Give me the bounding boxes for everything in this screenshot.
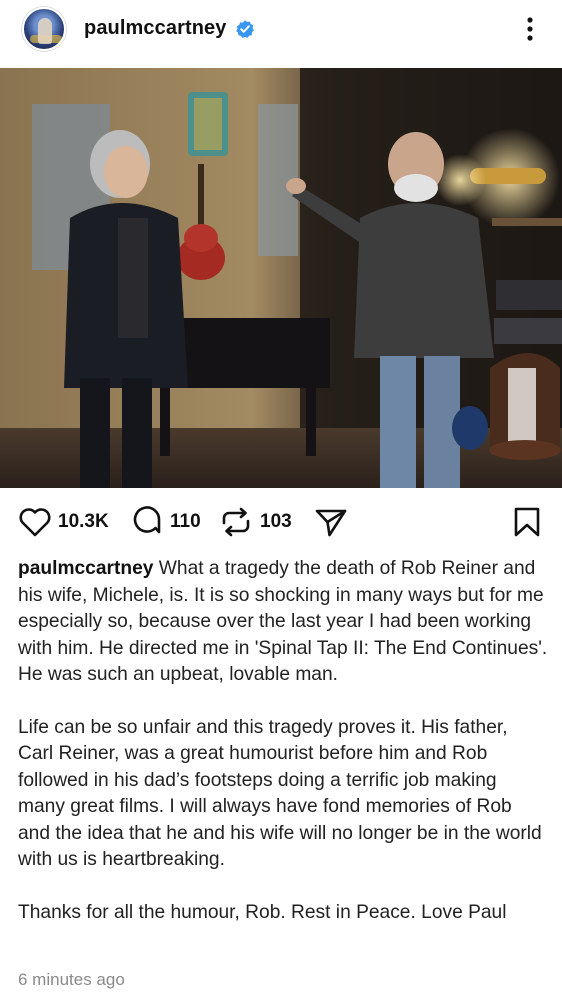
more-options-icon[interactable]	[518, 14, 542, 44]
comment-icon	[133, 506, 161, 534]
username[interactable]: paulmccartney	[84, 17, 226, 40]
comment-count: 110	[170, 511, 201, 532]
share-button[interactable]	[314, 506, 348, 538]
comment-button[interactable]: 110	[130, 506, 201, 538]
avatar[interactable]	[22, 7, 66, 51]
like-button[interactable]: 10.3K	[18, 506, 109, 538]
caption-paragraph: paulmccartney What a tragedy the death o…	[18, 556, 548, 689]
repost-icon	[222, 507, 250, 537]
verified-badge-icon	[236, 20, 254, 38]
post-photo[interactable]	[0, 68, 562, 488]
like-count: 10.3K	[58, 511, 109, 532]
post-caption: paulmccartney What a tragedy the death o…	[18, 556, 548, 952]
bookmark-icon	[514, 507, 540, 537]
repost-count: 103	[260, 511, 292, 532]
caption-paragraph: Life can be so unfair and this tragedy p…	[18, 716, 542, 871]
caption-paragraph: Thanks for all the humour, Rob. Rest in …	[18, 901, 507, 923]
repost-button[interactable]: 103	[218, 506, 292, 538]
post-actions: 10.3K 110 103	[0, 496, 562, 548]
caption-username[interactable]: paulmccartney	[18, 558, 153, 579]
share-icon	[315, 509, 347, 537]
post-timestamp: 6 minutes ago	[18, 970, 125, 989]
heart-icon	[19, 508, 51, 537]
post-header: paulmccartney	[0, 0, 562, 68]
save-button[interactable]	[512, 506, 542, 538]
